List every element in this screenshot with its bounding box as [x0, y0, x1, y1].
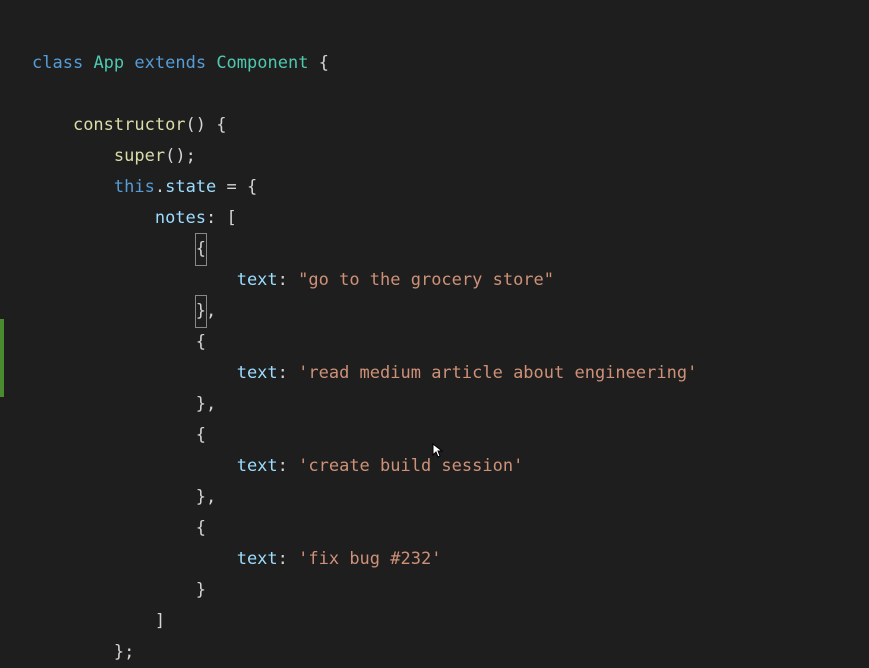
gutter-change-marker: [0, 319, 4, 397]
class-name-component: Component: [216, 53, 308, 73]
super-args: (): [165, 146, 185, 166]
note-value-3: 'fix bug #232': [298, 549, 441, 569]
colon: :: [278, 363, 298, 383]
brace-open: {: [196, 518, 206, 538]
keyword-extends: extends: [134, 53, 206, 73]
this-keyword: this: [114, 177, 155, 197]
code-content[interactable]: class App extends Component { constructo…: [32, 17, 697, 668]
ctor-params: (): [186, 115, 206, 135]
brace-open: {: [216, 115, 226, 135]
note-value-0: "go to the grocery store": [298, 270, 554, 290]
brace-close: }: [114, 642, 124, 662]
note-value-1: 'read medium article about engineering': [298, 363, 697, 383]
notes-prop: notes: [155, 208, 206, 228]
comma: ,: [206, 301, 216, 321]
semicolon: ;: [124, 642, 134, 662]
brace-close-comma: },: [196, 394, 216, 414]
brace-open: {: [319, 53, 329, 73]
text-key: text: [237, 270, 278, 290]
brace-close: }: [196, 580, 206, 600]
super-call: super: [114, 146, 165, 166]
brace-close-comma: },: [196, 487, 216, 507]
state-prop: state: [165, 177, 216, 197]
colon: :: [278, 270, 298, 290]
note-value-2: 'create build session': [298, 456, 523, 476]
constructor-name: constructor: [73, 115, 186, 135]
brace-open-matched: {: [195, 233, 207, 266]
semicolon: ;: [186, 146, 196, 166]
colon: :: [206, 208, 226, 228]
class-name-app: App: [93, 53, 124, 73]
brace-open: {: [196, 332, 206, 352]
text-key: text: [237, 456, 278, 476]
bracket-close: ]: [155, 611, 165, 631]
bracket-open: [: [227, 208, 237, 228]
code-editor[interactable]: class App extends Component { constructo…: [0, 0, 869, 668]
text-key: text: [237, 363, 278, 383]
keyword-class: class: [32, 53, 83, 73]
brace-open: {: [247, 177, 257, 197]
colon: :: [278, 549, 298, 569]
brace-open: {: [196, 425, 206, 445]
equals: =: [216, 177, 247, 197]
text-key: text: [237, 549, 278, 569]
dot: .: [155, 177, 165, 197]
colon: :: [278, 456, 298, 476]
